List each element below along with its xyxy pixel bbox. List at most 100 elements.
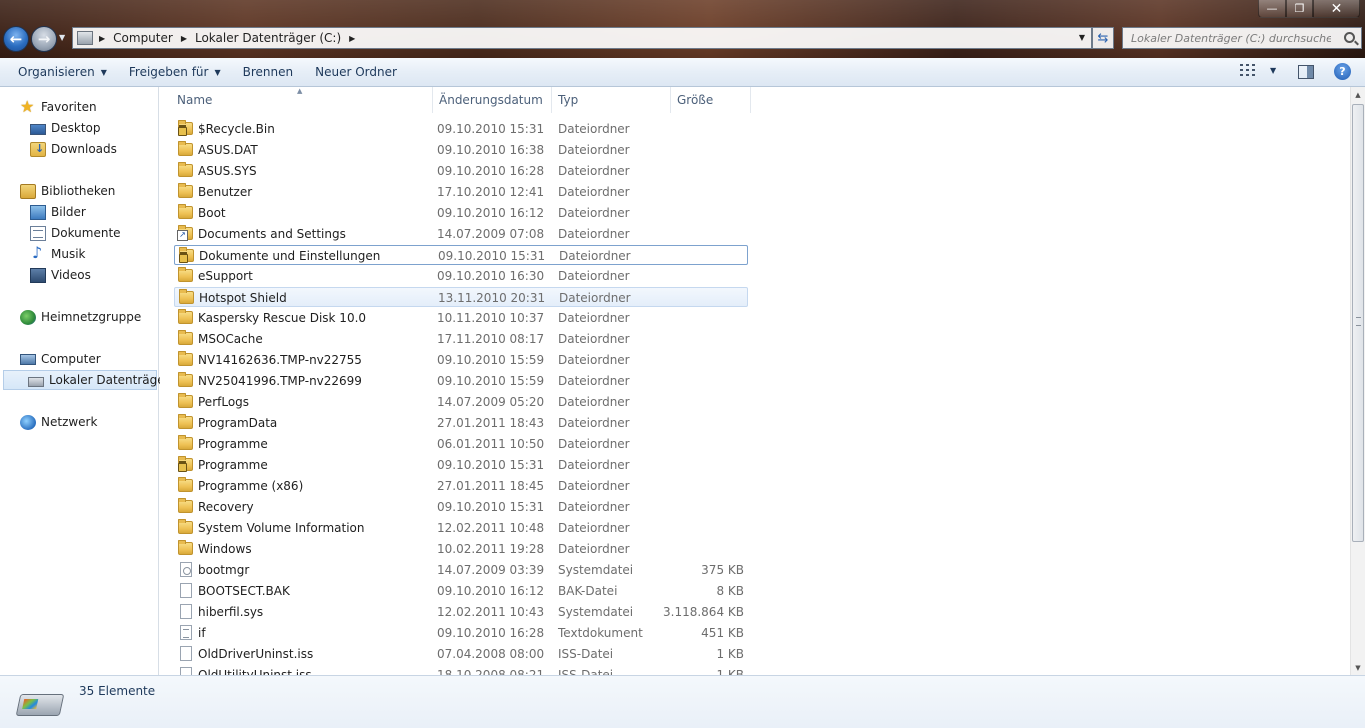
file-row[interactable]: ProgramData 27.01.2011 18:43 Dateiordner [174,413,748,433]
file-row[interactable]: Boot 09.10.2010 16:12 Dateiordner [174,203,748,223]
column-header-size[interactable]: Größe [671,87,751,113]
chevron-down-icon[interactable]: ▼ [1270,66,1276,75]
nav-homegroup[interactable]: Heimnetzgruppe [20,307,141,327]
refresh-button[interactable]: ⇆ [1092,27,1114,49]
homegroup-icon [20,309,36,325]
breadcrumb-computer[interactable]: Computer [113,31,173,45]
file-row[interactable]: Documents and Settings 14.07.2009 07:08 Da… [174,224,748,244]
file-name: Kaspersky Rescue Disk 10.0 [198,311,367,325]
column-header-type[interactable]: Typ [552,87,671,113]
recent-pages-dropdown[interactable]: ▼ [59,33,65,42]
nav-libraries[interactable]: Bibliotheken [20,181,115,201]
file-modified: 17.11.2010 08:17 [437,332,545,346]
nav-favorites[interactable]: Favoriten [20,97,97,117]
nav-documents[interactable]: Dokumente [30,223,121,243]
file-row[interactable]: Kaspersky Rescue Disk 10.0 10.11.2010 10:… [174,308,748,328]
file-row[interactable]: OldDriverUninst.iss 07.04.2008 08:00 ISS-D… [174,644,748,664]
breadcrumb-separator-icon[interactable]: ▶ [349,34,355,43]
file-row[interactable]: ASUS.SYS 09.10.2010 16:28 Dateiordner [174,161,748,181]
nav-videos[interactable]: Videos [30,265,91,285]
file-size: 451 KB [701,626,744,640]
computer-icon [20,353,36,365]
file-modified: 09.10.2010 15:31 [437,500,545,514]
file-row[interactable]: Programme 09.10.2010 15:31 Dateiordner [174,455,748,475]
file-modified: 09.10.2010 16:12 [437,584,545,598]
file-row[interactable]: Windows 10.02.2011 19:28 Dateiordner [174,539,748,559]
nav-pictures[interactable]: Bilder [30,202,86,222]
file-row[interactable]: Recovery 09.10.2010 15:31 Dateiordner [174,497,748,517]
file-row[interactable]: eSupport 09.10.2010 16:30 Dateiordner [174,266,748,286]
file-type: Dateiordner [558,311,630,325]
file-modified: 10.02.2011 19:28 [437,542,545,556]
file-row[interactable]: PerfLogs 14.07.2009 05:20 Dateiordner [174,392,748,412]
file-size: 1 KB [716,668,744,675]
file-type: Dateiordner [558,269,630,283]
nav-computer[interactable]: Computer [20,349,101,369]
burn-button[interactable]: Brennen [235,61,301,83]
organize-button[interactable]: Organisieren ▼ [10,61,115,83]
share-with-button[interactable]: Freigeben für ▼ [121,61,229,83]
change-view-button[interactable]: ▼ [1240,64,1276,76]
preview-pane-button[interactable] [1298,65,1314,79]
file-row[interactable]: bootmgr 14.07.2009 03:39 Systemdatei 375 KB [174,560,748,580]
file-row[interactable]: NV14162636.TMP-nv22755 09.10.2010 15:59 Da… [174,350,748,370]
file-size: 8 KB [716,584,744,598]
folder-icon [178,141,193,156]
file-row[interactable]: hiberfil.sys 12.02.2011 10:43 Systemdatei 3… [174,602,748,622]
breadcrumb-local-disk[interactable]: Lokaler Datenträger (C:) [195,31,341,45]
file-row[interactable]: $Recycle.Bin 09.10.2010 15:31 Dateiordner [174,119,748,139]
minimize-button[interactable]: — [1258,0,1286,18]
file-row[interactable]: Programme (x86) 27.01.2011 18:45 Dateiordn… [174,476,748,496]
address-dropdown-icon[interactable]: ▼ [1079,33,1085,42]
file-modified: 27.01.2011 18:43 [437,416,545,430]
file-name: Programme [198,437,268,451]
system-file-icon [180,562,192,577]
scrollbar-thumb[interactable] [1352,104,1364,542]
vertical-scrollbar[interactable]: ▲ ▼ [1350,87,1365,675]
search-icon[interactable] [1344,32,1355,43]
file-name: NV25041996.TMP-nv22699 [198,374,362,388]
help-button[interactable]: ? [1334,63,1351,80]
column-header-modified[interactable]: Änderungsdatum [433,87,552,113]
file-row[interactable]: BOOTSECT.BAK 09.10.2010 16:12 BAK-Datei 8 K… [174,581,748,601]
file-row[interactable]: Benutzer 17.10.2010 12:41 Dateiordner [174,182,748,202]
folder-icon [178,309,193,324]
file-row[interactable]: if 09.10.2010 16:28 Textdokument 451 KB [174,623,748,643]
nav-music[interactable]: Musik [30,243,86,264]
command-bar: Organisieren ▼ Freigeben für ▼ Brennen N… [0,58,1365,87]
file-row[interactable]: ASUS.DAT 09.10.2010 16:38 Dateiordner [174,140,748,160]
file-row[interactable]: MSOCache 17.11.2010 08:17 Dateiordner [174,329,748,349]
nav-downloads[interactable]: Downloads [30,139,117,159]
file-name: Programme (x86) [198,479,304,493]
breadcrumb-separator-icon[interactable]: ▶ [181,34,187,43]
nav-desktop[interactable]: Desktop [30,118,101,138]
file-row[interactable]: Programme 06.01.2011 10:50 Dateiordner [174,434,748,454]
documents-icon [30,225,46,241]
back-button[interactable]: ← [3,26,29,52]
scroll-down-button[interactable]: ▼ [1351,660,1365,675]
file-type: Dateiordner [558,479,630,493]
column-header-name[interactable]: Name [171,87,433,113]
new-folder-button[interactable]: Neuer Ordner [307,61,405,83]
file-row[interactable]: NV25041996.TMP-nv22699 09.10.2010 15:59 Da… [174,371,748,391]
breadcrumb-separator-icon[interactable]: ▶ [99,34,105,43]
scroll-up-button[interactable]: ▲ [1351,87,1365,102]
file-type: Dateiordner [558,395,630,409]
search-box[interactable] [1122,27,1362,49]
file-row[interactable]: Hotspot Shield 13.11.2010 20:31 Dateiordne… [174,287,748,307]
nav-network[interactable]: Netzwerk [20,412,97,432]
folder-icon [178,519,193,534]
file-row[interactable]: System Volume Information 12.02.2011 10:4… [174,518,748,538]
file-row[interactable]: OldUtilityUninst.iss 18.10.2008 08:21 ISS-… [174,665,748,675]
forward-arrow-icon: → [37,30,51,48]
maximize-button[interactable]: ❐ [1286,0,1313,18]
title-bar: ← → ▼ ▶ Computer ▶ Lokaler Datenträger (… [0,0,1365,58]
nav-local-disk[interactable]: Lokaler Datenträger [3,370,170,390]
address-bar[interactable]: ▶ Computer ▶ Lokaler Datenträger (C:) ▶ … [72,27,1092,49]
file-row[interactable]: Dokumente und Einstellungen 09.10.2010 15… [174,245,748,265]
close-button[interactable]: ✕ [1313,0,1360,18]
file-list[interactable]: ▲ Name Änderungsdatum Typ Größe $Recycle… [160,87,1350,675]
forward-button[interactable]: → [31,26,57,52]
search-input[interactable] [1131,31,1331,45]
network-icon [20,414,36,430]
